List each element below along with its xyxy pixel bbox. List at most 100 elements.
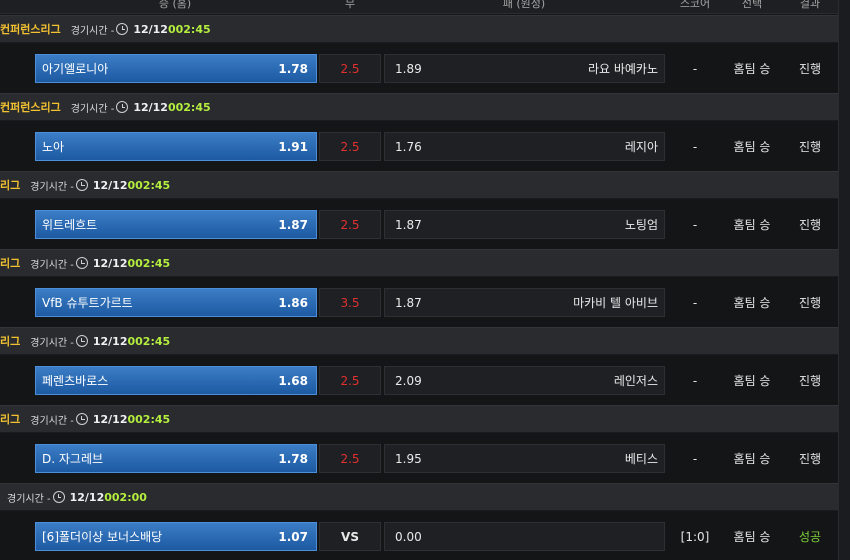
draw-odd: 2.5 xyxy=(340,61,360,76)
header-score: 스코어 xyxy=(679,0,711,10)
pick: 홈팀 승 xyxy=(733,452,771,466)
match-row: VfB 슈투트가르트 1.86 3.5 1.87 마카비 텔 아비브 - 홈팀 승 … xyxy=(0,277,838,327)
league-name: 컨퍼런스리그 xyxy=(0,23,61,36)
header-pick: 선택 xyxy=(741,0,763,10)
home-odd: 1.68 xyxy=(278,373,308,388)
match-time: 002:45 xyxy=(127,178,171,192)
match-date: 12/12 xyxy=(92,334,128,348)
pick: 홈팀 승 xyxy=(733,218,771,232)
away-team: 라요 바예카노 xyxy=(587,62,658,76)
league-name: 리그 xyxy=(0,257,21,270)
match-date: 12/12 xyxy=(92,256,128,270)
league-bar: 리그 경기시간 - 12/12 002:45 xyxy=(0,249,838,277)
header-draw: 무 xyxy=(344,0,356,10)
score: - xyxy=(692,373,698,388)
match-row: 노아 1.91 2.5 1.76 레지아 - 홈팀 승 진행 xyxy=(0,121,838,171)
home-odd: 1.78 xyxy=(278,61,308,76)
away-bet-button[interactable]: 1.87 마카비 텔 아비브 xyxy=(384,288,665,317)
header-result: 결과 xyxy=(799,0,821,10)
result: 진행 xyxy=(798,62,822,76)
clock-icon xyxy=(75,413,88,425)
away-team: 노팅엄 xyxy=(624,218,658,232)
clock-icon xyxy=(116,23,129,35)
match-time: 002:45 xyxy=(127,334,171,348)
away-bet-button[interactable]: 1.95 베티스 xyxy=(384,444,665,473)
draw-bet-button[interactable]: 2.5 xyxy=(319,54,381,83)
home-odd: 1.91 xyxy=(278,139,308,154)
home-bet-button[interactable]: 페렌츠바로스 1.68 xyxy=(35,366,317,395)
match-date: 12/12 xyxy=(133,100,168,114)
score: - xyxy=(692,217,698,232)
draw-odd: 2.5 xyxy=(340,451,360,466)
scrollbar[interactable] xyxy=(838,0,850,560)
away-bet-button[interactable]: 0.00 xyxy=(384,522,665,551)
home-odd: 1.86 xyxy=(278,295,308,310)
score: [1:0] xyxy=(680,529,710,544)
match-date: 12/12 xyxy=(69,490,105,504)
away-bet-button[interactable]: 2.09 레인저스 xyxy=(384,366,665,395)
match-row: [6]폴더이상 보너스배당 1.07 VS 0.00 [1:0] 홈팀 승 성공 xyxy=(0,511,838,560)
home-odd: 1.87 xyxy=(278,217,308,232)
home-bet-button[interactable]: 위트레흐트 1.87 xyxy=(35,210,317,239)
time-label: 경기시간 - xyxy=(30,337,74,349)
away-team: 마카비 텔 아비브 xyxy=(573,296,658,310)
draw-odd: 2.5 xyxy=(340,139,360,154)
time-label: 경기시간 - xyxy=(70,25,115,37)
draw-bet-button[interactable]: VS xyxy=(319,522,381,551)
away-odd: 1.95 xyxy=(395,451,422,466)
draw-bet-button[interactable]: 2.5 xyxy=(319,132,381,161)
away-team: 베티스 xyxy=(624,452,658,466)
home-team: [6]폴더이상 보너스배당 xyxy=(42,530,163,544)
home-team: D. 자그레브 xyxy=(42,452,104,466)
draw-bet-button[interactable]: 2.5 xyxy=(319,444,381,473)
league-bar: 리그 경기시간 - 12/12 002:45 xyxy=(0,171,838,199)
home-team: 위트레흐트 xyxy=(42,218,98,232)
home-team: 페렌츠바로스 xyxy=(42,374,109,388)
away-team: 레지아 xyxy=(624,140,658,154)
draw-bet-button[interactable]: 2.5 xyxy=(319,366,381,395)
home-bet-button[interactable]: 아기엘로니아 1.78 xyxy=(35,54,317,83)
away-odd: 1.87 xyxy=(395,295,422,310)
away-odd: 1.89 xyxy=(395,61,422,76)
match-time: 002:45 xyxy=(127,256,171,270)
draw-bet-button[interactable]: 3.5 xyxy=(319,288,381,317)
home-bet-button[interactable]: VfB 슈투트가르트 1.86 xyxy=(35,288,317,317)
match-row: D. 자그레브 1.78 2.5 1.95 베티스 - 홈팀 승 진행 xyxy=(0,433,838,483)
match-row: 위트레흐트 1.87 2.5 1.87 노팅엄 - 홈팀 승 진행 xyxy=(0,199,838,249)
league-bar: 리그 경기시간 - 12/12 002:45 xyxy=(0,327,838,355)
draw-bet-button[interactable]: 2.5 xyxy=(319,210,381,239)
match-date: 12/12 xyxy=(92,178,128,192)
result: 진행 xyxy=(798,140,822,154)
header-home: 승 (홈) xyxy=(158,0,192,10)
away-team: 레인저스 xyxy=(613,374,658,388)
league-name: 컨퍼런스리그 xyxy=(0,101,61,114)
match-time: 002:45 xyxy=(167,22,211,36)
home-bet-button[interactable]: D. 자그레브 1.78 xyxy=(35,444,317,473)
draw-odd: 2.5 xyxy=(340,373,360,388)
score: - xyxy=(692,61,698,76)
match-date: 12/12 xyxy=(133,22,168,36)
home-bet-button[interactable]: [6]폴더이상 보너스배당 1.07 xyxy=(35,522,317,551)
time-label: 경기시간 - xyxy=(70,103,115,115)
match-date: 12/12 xyxy=(92,412,128,426)
time-label: 경기시간 - xyxy=(30,181,74,193)
away-bet-button[interactable]: 1.76 레지아 xyxy=(384,132,665,161)
home-bet-button[interactable]: 노아 1.91 xyxy=(35,132,317,161)
league-name: 리그 xyxy=(0,335,21,348)
score: - xyxy=(692,139,698,154)
pick: 홈팀 승 xyxy=(733,62,771,76)
away-bet-button[interactable]: 1.87 노팅엄 xyxy=(384,210,665,239)
away-odd: 0.00 xyxy=(395,529,422,544)
score: - xyxy=(692,451,698,466)
score: - xyxy=(692,295,698,310)
league-bar: 경기시간 - 12/12 002:00 xyxy=(0,483,838,511)
result: 진행 xyxy=(798,296,822,310)
draw-odd: VS xyxy=(341,529,359,544)
clock-icon xyxy=(116,101,129,113)
draw-odd: 2.5 xyxy=(340,217,360,232)
league-name: 리그 xyxy=(0,179,21,192)
time-label: 경기시간 - xyxy=(30,259,74,271)
home-team: 노아 xyxy=(42,140,65,154)
away-bet-button[interactable]: 1.89 라요 바예카노 xyxy=(384,54,665,83)
clock-icon xyxy=(75,257,88,269)
